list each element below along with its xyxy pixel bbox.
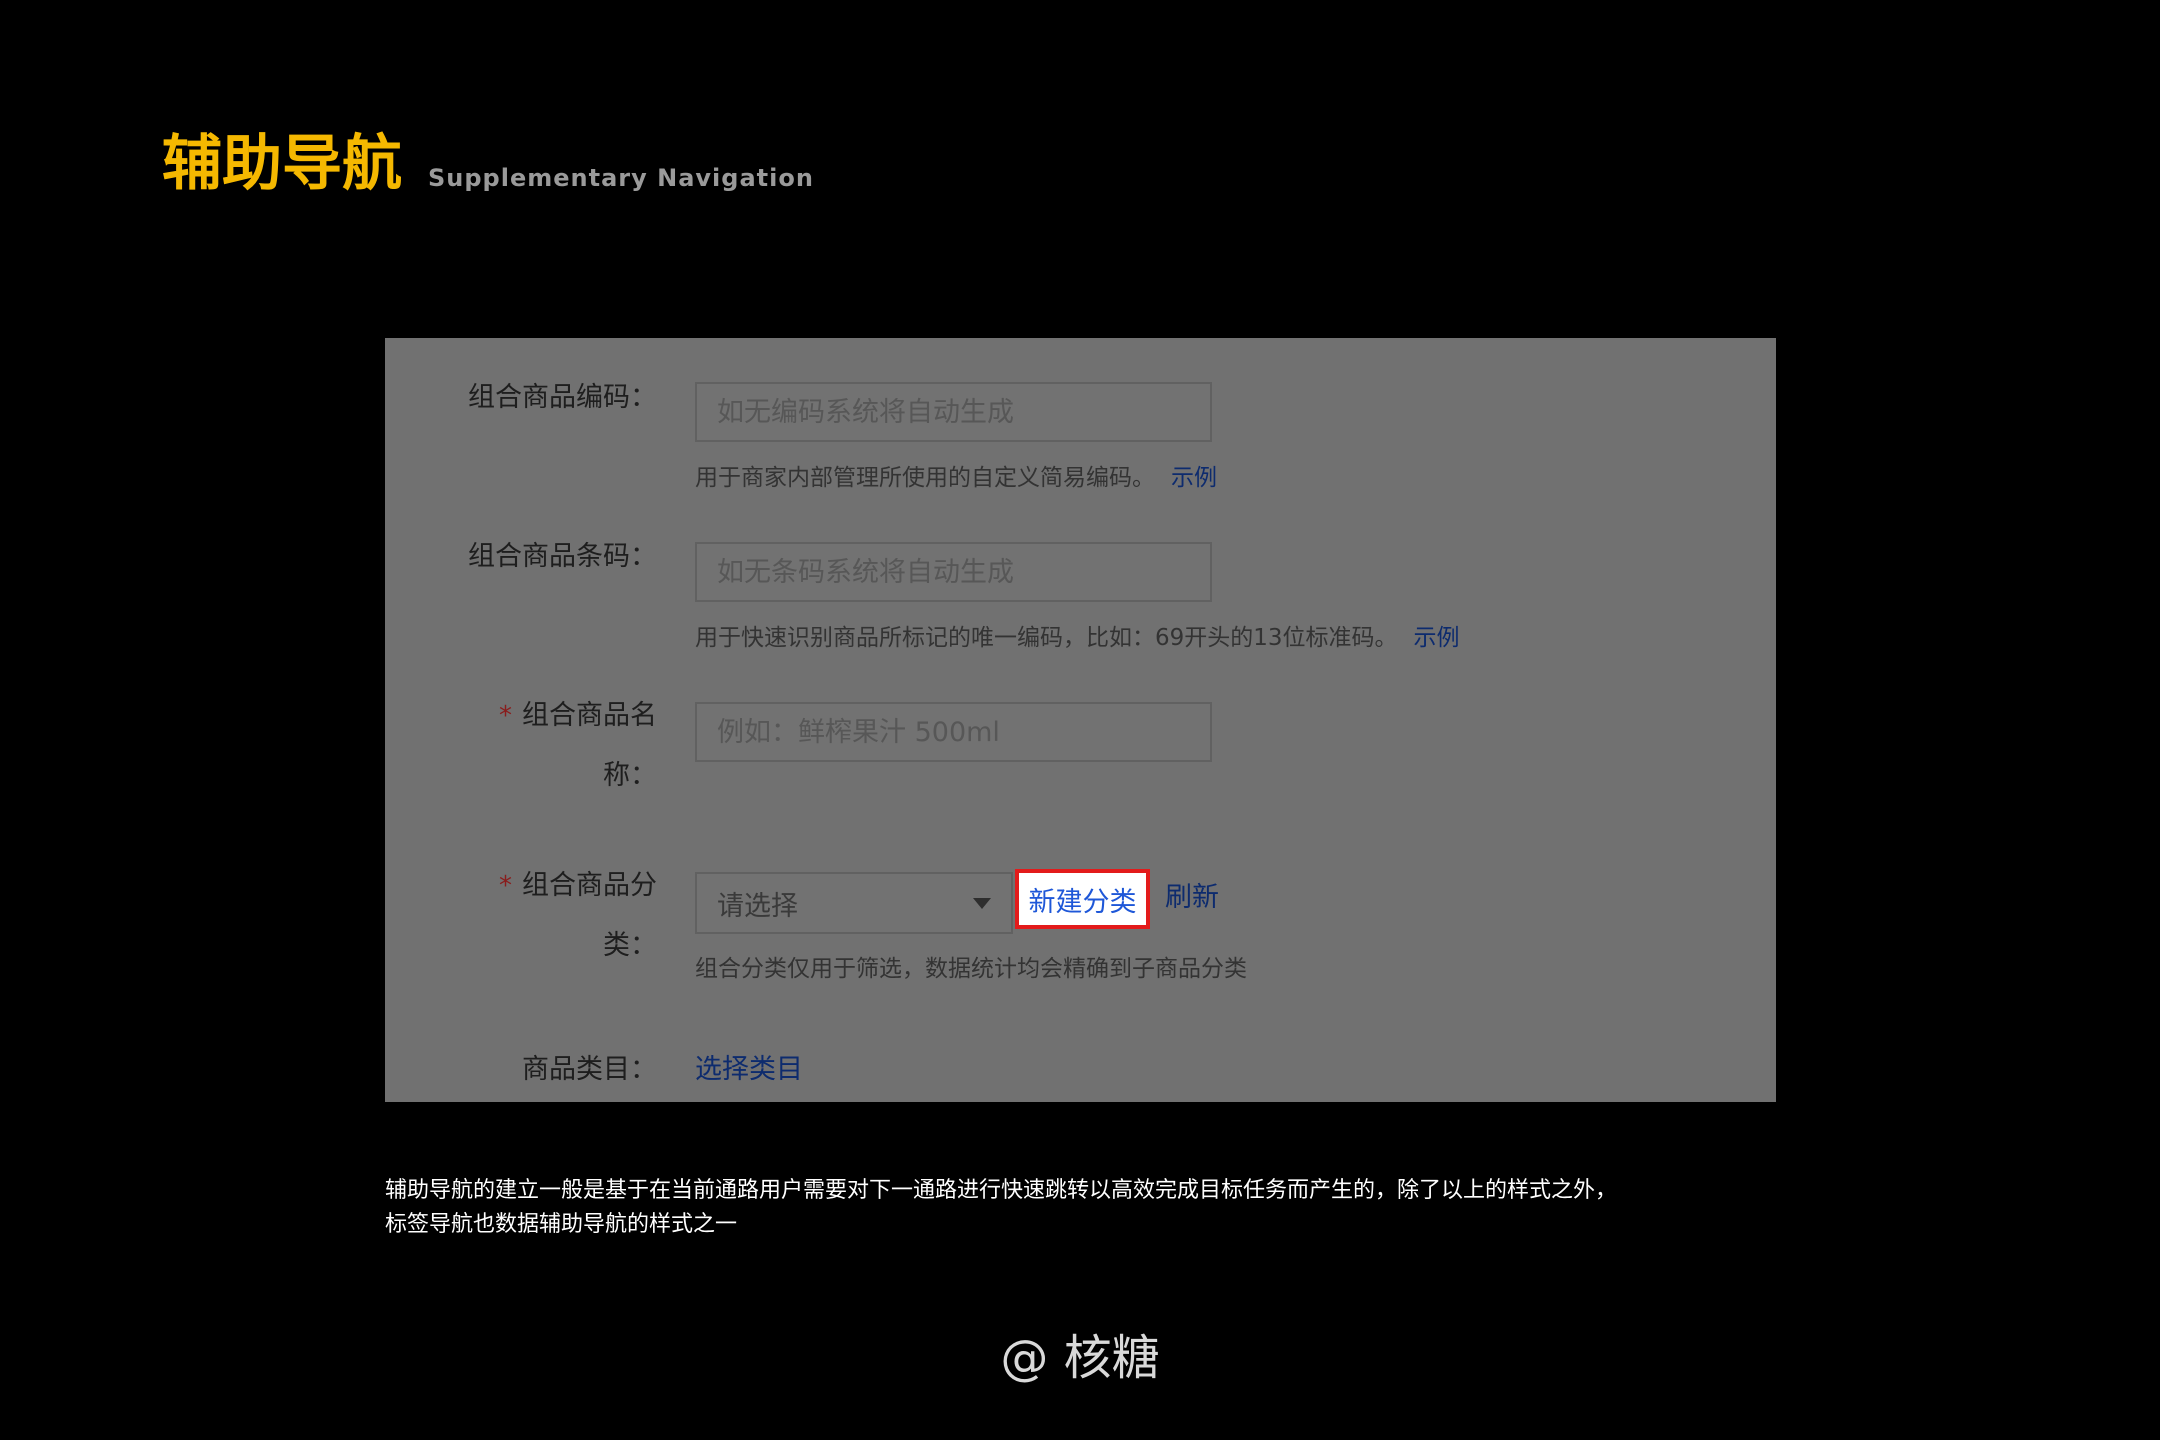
barcode-hint: 用于快速识别商品所标记的唯一编码，比如：69开头的13位标准码。 示例 <box>695 621 1460 655</box>
form-screenshot: 组合商品编码： 用于商家内部管理所使用的自定义简易编码。示例 组合商品条码： 用… <box>385 338 1776 1102</box>
code-example-link[interactable]: 示例 <box>1171 465 1217 491</box>
name-input-box[interactable] <box>695 702 1212 762</box>
barcode-label: 组合商品条码： <box>468 541 657 572</box>
author-credit: @ 核糖 <box>1000 1330 1160 1386</box>
code-label: 组合商品编码： <box>468 382 657 413</box>
name-label: * 组合商品名 <box>499 696 657 736</box>
required-mark: * <box>499 871 512 901</box>
name-label-line2: 称： <box>603 760 657 791</box>
page-title: 辅助导航 <box>162 129 402 199</box>
page-subtitle: Supplementary Navigation <box>428 164 814 192</box>
barcode-input-box[interactable] <box>695 542 1212 602</box>
chevron-down-icon <box>973 897 991 909</box>
new-category-button[interactable]: 新建分类 <box>1015 869 1150 929</box>
product-category-label: 商品类目： <box>522 1054 657 1085</box>
category-label-line2: 类： <box>603 930 657 961</box>
code-hint: 用于商家内部管理所使用的自定义简易编码。 示例 <box>695 461 1217 495</box>
category-label-line1: 组合商品分 <box>522 870 657 901</box>
code-input[interactable] <box>697 384 1210 440</box>
code-input-box[interactable] <box>695 382 1212 442</box>
description: 辅助导航的建立一般是基于在当前通路用户需要对下一通路进行快速跳转以高效完成目标任… <box>385 1174 1805 1242</box>
barcode-example-link[interactable]: 示例 <box>1414 625 1460 651</box>
refresh-link[interactable]: 刷新 <box>1165 878 1219 918</box>
barcode-input[interactable] <box>697 544 1210 600</box>
category-select-value: 请选择 <box>717 890 798 922</box>
category-label: * 组合商品分 <box>499 866 657 906</box>
description-line2: 标签导航也数据辅助导航的样式之一 <box>385 1212 738 1237</box>
name-input[interactable] <box>697 704 1210 760</box>
barcode-hint-text: 用于快速识别商品所标记的唯一编码，比如：69开头的13位标准码。 <box>695 625 1398 651</box>
header: 辅助导航 Supplementary Navigation <box>162 128 814 200</box>
category-select[interactable]: 请选择 <box>695 872 1013 934</box>
description-line1: 辅助导航的建立一般是基于在当前通路用户需要对下一通路进行快速跳转以高效完成目标任… <box>385 1178 1618 1203</box>
choose-category-link[interactable]: 选择类目 <box>695 1050 803 1090</box>
slide: 辅助导航 Supplementary Navigation 组合商品编码： 用于… <box>0 0 2160 1440</box>
category-hint: 组合分类仅用于筛选，数据统计均会精确到子商品分类 <box>695 956 1247 982</box>
required-mark: * <box>499 701 512 731</box>
code-hint-text: 用于商家内部管理所使用的自定义简易编码。 <box>695 465 1155 491</box>
name-label-line1: 组合商品名 <box>522 700 657 731</box>
